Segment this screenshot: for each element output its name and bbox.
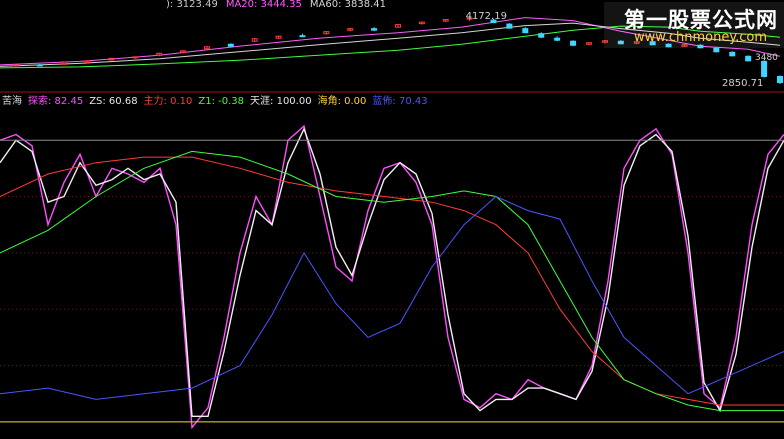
candle — [156, 52, 163, 57]
candle — [442, 19, 449, 23]
candle-body — [371, 28, 378, 31]
indicator-legend-item: 主力: 0.10 — [144, 94, 193, 107]
indicator-panel — [0, 124, 784, 430]
indicator-legend-item: 探索: 82.45 — [28, 94, 83, 107]
candle-body — [506, 23, 513, 29]
candle — [729, 51, 736, 57]
candle — [132, 56, 139, 59]
candle-body — [538, 33, 545, 38]
candle — [394, 24, 401, 28]
candle — [418, 21, 425, 25]
indicator-legend-item: 天涯: 100.00 — [250, 94, 312, 107]
candle — [12, 64, 19, 67]
candle — [506, 23, 513, 29]
candle — [36, 63, 43, 67]
candle-body — [299, 35, 306, 38]
candle — [251, 38, 258, 42]
top-legend-item: ): 3123.49 — [166, 0, 218, 10]
candle-body — [554, 37, 561, 41]
candle — [227, 43, 234, 48]
candle — [275, 35, 282, 39]
indicator-series-line-1 — [0, 127, 784, 417]
candle — [713, 47, 720, 53]
indicator-legend-item: ZS: 60.68 — [89, 96, 137, 107]
candle — [554, 36, 561, 42]
candle-body — [227, 43, 234, 47]
indicator-legend-item: 海角: 0.00 — [318, 94, 367, 107]
watermark-url: www.chnmoney.com — [634, 30, 768, 45]
candle — [203, 46, 210, 50]
indicator-series-line-3 — [0, 150, 784, 412]
price-peak-label: 4172.19 — [466, 11, 507, 22]
candle — [777, 75, 783, 84]
top-legend-item: MA60: 3838.41 — [310, 0, 386, 10]
indicator-legend-item: 蓝佈: 70.43 — [372, 94, 427, 107]
candle-body — [132, 56, 139, 59]
candle-body — [36, 64, 43, 67]
candle — [570, 40, 577, 47]
candle — [745, 55, 752, 62]
top-legend-item: MA20: 3444.35 — [226, 0, 302, 10]
indicator-series-line-4 — [0, 195, 784, 400]
candle-body — [729, 51, 736, 57]
candle-body — [761, 60, 768, 77]
candle — [538, 32, 545, 39]
candle — [347, 28, 354, 32]
price-low-label: 2850.71 — [722, 78, 763, 89]
candle — [371, 27, 378, 32]
candle-body — [522, 28, 529, 34]
indicator-legend-item: 苦海 — [2, 94, 22, 107]
stock-chart-canvas: 4172.19 3480 2850.71 ): 3123.49 MA20: 3444.… — [0, 0, 784, 430]
candle — [585, 42, 592, 46]
candle-body — [777, 75, 783, 83]
candle — [323, 31, 330, 35]
price-right-label: 3480 — [755, 53, 778, 63]
candle — [522, 27, 529, 34]
indicator-legend-item: Z1: -0.38 — [198, 96, 244, 107]
candle — [60, 61, 67, 65]
indicator-series-line-2 — [0, 156, 784, 406]
candle-body — [713, 47, 720, 53]
candle — [299, 33, 306, 38]
candle-body — [745, 55, 752, 62]
candle-body — [570, 40, 577, 46]
